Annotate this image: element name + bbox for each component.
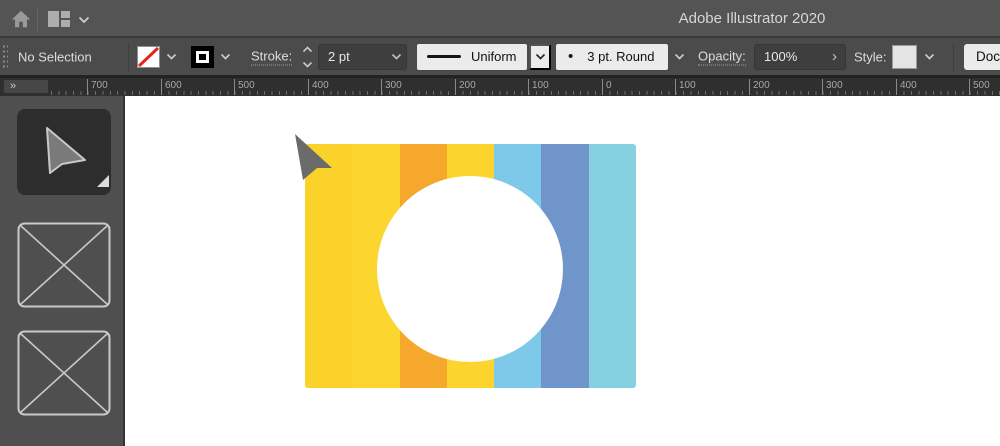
placeholder-x-icon: [17, 330, 111, 416]
style-chevron[interactable]: [920, 45, 938, 69]
width-profile-value: Uniform: [471, 49, 517, 64]
panel-drag-handle[interactable]: [2, 44, 8, 70]
home-icon[interactable]: [10, 8, 32, 30]
stepper-down-icon[interactable]: [302, 61, 313, 68]
arrange-documents-chevron-icon[interactable]: [78, 16, 90, 24]
uniform-profile-line-icon: [427, 55, 461, 58]
width-profile-dropdown[interactable]: Uniform: [417, 44, 527, 70]
brush-dropdown[interactable]: • 3 pt. Round: [556, 44, 668, 70]
ruler-tick: 300: [822, 78, 843, 96]
ruler-tick: 600: [161, 78, 182, 96]
width-profile-chevron[interactable]: [529, 44, 551, 70]
stroke-weight-field[interactable]: 2 pt: [318, 44, 407, 70]
selection-status: No Selection: [18, 49, 92, 64]
titlebar-divider: [37, 7, 38, 31]
placeholder-x-icon: [17, 222, 111, 308]
control-divider: [953, 43, 954, 71]
stroke-weight-value: 2 pt: [319, 49, 386, 64]
chevron-down-icon: [536, 55, 544, 59]
empty-tool-slot-button[interactable]: [17, 222, 111, 308]
ruler-tick: 400: [308, 78, 329, 96]
horizontal-ruler[interactable]: » 700 600 500 400 300 200 100 0 100 200 …: [0, 78, 1000, 96]
stroke-weight-stepper[interactable]: [301, 46, 313, 68]
stroke-label[interactable]: Stroke:: [251, 48, 292, 65]
artboard-canvas[interactable]: [125, 96, 1000, 446]
tools-panel: [0, 96, 125, 446]
title-bar: Adobe Illustrator 2020: [0, 0, 1000, 38]
arrange-documents-icon[interactable]: [47, 10, 71, 28]
chevron-down-icon: [675, 55, 683, 59]
opacity-label[interactable]: Opacity:: [698, 48, 746, 65]
selection-arrow-icon: [47, 128, 85, 173]
stripe[interactable]: [589, 144, 636, 388]
ruler-tick: 100: [528, 78, 549, 96]
none-fill-slash-icon: [139, 48, 158, 66]
mouse-cursor-icon: [295, 134, 335, 182]
document-setup-button[interactable]: Docu: [964, 44, 1000, 70]
selection-tool-button[interactable]: [17, 109, 111, 195]
fill-dropdown-chevron[interactable]: [162, 45, 180, 69]
chevron-down-icon: [221, 55, 229, 59]
white-circle-shape[interactable]: [377, 176, 563, 362]
panel-expand-button[interactable]: »: [4, 80, 48, 93]
stroke-dropdown-chevron[interactable]: [216, 45, 234, 69]
app-title: Adobe Illustrator 2020: [679, 10, 826, 27]
brush-value: 3 pt. Round: [587, 49, 654, 64]
stepper-up-icon[interactable]: [302, 46, 313, 53]
opacity-value: 100%: [755, 49, 832, 64]
control-divider: [128, 43, 129, 71]
tool-flyout-corner-icon: [97, 175, 109, 187]
ruler-tick: 100: [675, 78, 696, 96]
brush-chevron[interactable]: [670, 45, 688, 69]
ruler-tick: 500: [969, 78, 990, 96]
opacity-field[interactable]: 100% ›: [754, 44, 846, 70]
ruler-tick: 700: [87, 78, 108, 96]
style-label: Style:: [854, 49, 887, 64]
chevron-down-icon: [392, 55, 400, 59]
ruler-tick: 300: [381, 78, 402, 96]
stroke-color-swatch[interactable]: [191, 46, 214, 68]
ruler-minor-ticks: [51, 91, 1000, 95]
fill-none-swatch[interactable]: [137, 46, 160, 68]
brush-preview-dot-icon: •: [568, 49, 573, 64]
ruler-tick: 500: [234, 78, 255, 96]
ruler-tick: 200: [749, 78, 770, 96]
chevron-down-icon: [925, 55, 933, 59]
chevron-down-icon: [167, 55, 175, 59]
ruler-tick: 0: [602, 78, 612, 96]
empty-tool-slot-button[interactable]: [17, 330, 111, 416]
opacity-more-icon[interactable]: ›: [832, 48, 845, 65]
ruler-tick: 400: [896, 78, 917, 96]
style-swatch[interactable]: [892, 45, 917, 69]
ruler-tick: 200: [455, 78, 476, 96]
striped-rectangle-artwork[interactable]: [305, 144, 636, 388]
control-bar: No Selection Stroke: 2 pt Uniform • 3 pt…: [0, 38, 1000, 78]
